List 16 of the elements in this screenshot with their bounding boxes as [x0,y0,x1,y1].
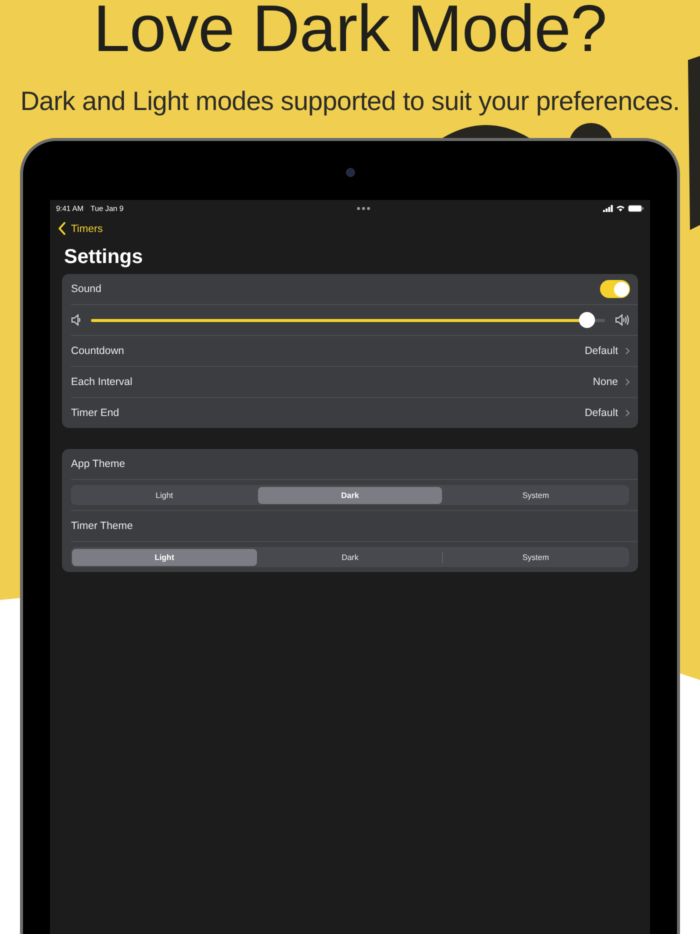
segment-option[interactable]: Dark [258,548,442,566]
segment-option[interactable]: System [443,548,628,566]
row-label: Sound [71,283,102,295]
segment-option[interactable]: Light [72,486,257,504]
segment-option[interactable]: Dark [258,486,442,504]
settings-row[interactable]: Timer End Default [71,398,638,428]
page-title: Settings [64,245,144,269]
settings-row[interactable]: Each Interval None [71,367,638,398]
row-label: App Theme [71,458,126,470]
segment-option[interactable]: Light [72,548,257,566]
segment-option[interactable]: System [443,486,628,504]
row-label: Timer Theme [71,520,133,532]
back-button[interactable]: Timers [58,221,103,236]
headline: Love Dark Mode? [93,0,607,60]
settings-row[interactable]: Countdown Default [71,336,638,367]
subtitle: Dark and Light modes supported to suit your preferences. [20,86,680,116]
